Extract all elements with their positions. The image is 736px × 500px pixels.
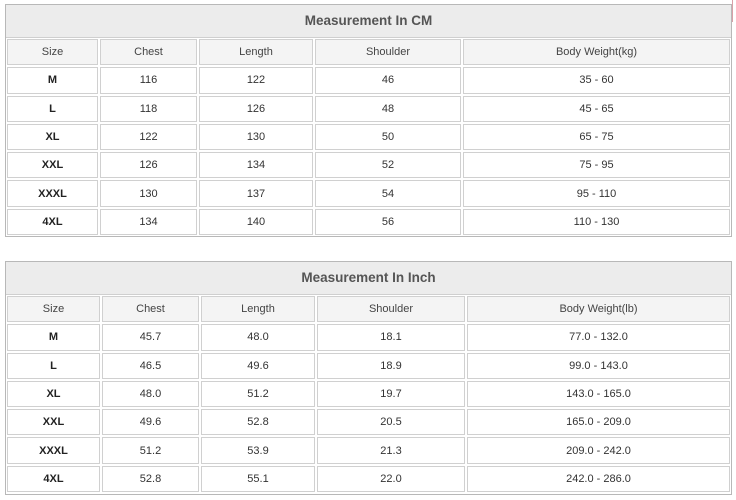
size-label-cell: XL [7, 123, 98, 151]
table-cell: 45.7 [102, 324, 199, 351]
table-cell: 54 [315, 180, 461, 207]
table-cell: 51.2 [201, 380, 315, 408]
table-cell: 49.6 [201, 352, 315, 379]
table-cell: 143.0 - 165.0 [467, 380, 730, 408]
table-cell: 45 - 65 [463, 95, 730, 122]
table-cell: 53.9 [201, 437, 315, 464]
table-cell: 48.0 [201, 324, 315, 351]
column-header: Length [199, 39, 313, 66]
column-header: Chest [102, 296, 199, 323]
table-cell: 52 [315, 152, 461, 179]
size-label-cell: XXL [7, 409, 100, 436]
table-cell: 48.0 [102, 380, 199, 408]
size-label-cell: L [7, 352, 100, 379]
table-cell: 20.5 [317, 409, 465, 436]
table-cell: 134 [199, 152, 313, 179]
table-cell: 35 - 60 [463, 67, 730, 94]
column-header: Shoulder [315, 39, 461, 66]
table-cell: 165.0 - 209.0 [467, 409, 730, 436]
table-cell: 122 [100, 123, 197, 151]
table-title: Measurement In CM [6, 5, 731, 38]
table-cell: 46.5 [102, 352, 199, 379]
column-header: Body Weight(lb) [467, 296, 730, 323]
column-header: Shoulder [317, 296, 465, 323]
table-cell: 18.1 [317, 324, 465, 351]
table-cell: 52.8 [201, 409, 315, 436]
table-cell: 130 [199, 123, 313, 151]
table-cell: 122 [199, 67, 313, 94]
column-header: Chest [100, 39, 197, 66]
table-title: Measurement In Inch [6, 262, 731, 295]
size-label-cell: XL [7, 380, 100, 408]
table-cell: 116 [100, 67, 197, 94]
table-cell: 95 - 110 [463, 180, 730, 207]
table-cell: 21.3 [317, 437, 465, 464]
table-cell: 46 [315, 67, 461, 94]
table-cell: 65 - 75 [463, 123, 730, 151]
table-cell: 56 [315, 208, 461, 236]
size-label-cell: XXXL [7, 437, 100, 464]
table-cell: 134 [100, 208, 197, 236]
table-cell: 55.1 [201, 465, 315, 493]
size-table-cm: Measurement In CM Size Chest Length Shoulde… [5, 4, 732, 237]
table-cell: 50 [315, 123, 461, 151]
size-table-inch: Measurement In Inch Size Chest Length Shoul… [5, 261, 732, 495]
size-label-cell: 4XL [7, 465, 100, 493]
size-label-cell: 4XL [7, 208, 98, 236]
size-label-cell: M [7, 67, 98, 94]
size-label-cell: XXL [7, 152, 98, 179]
table-grid: Size Chest Length Shoulder Body Weight(kg) M 1… [6, 38, 731, 236]
size-label-cell: L [7, 95, 98, 122]
table-cell: 137 [199, 180, 313, 207]
table-cell: 77.0 - 132.0 [467, 324, 730, 351]
table-cell: 75 - 95 [463, 152, 730, 179]
table-cell: 130 [100, 180, 197, 207]
table-cell: 49.6 [102, 409, 199, 436]
table-cell: 110 - 130 [463, 208, 730, 236]
table-cell: 18.9 [317, 352, 465, 379]
table-cell: 242.0 - 286.0 [467, 465, 730, 493]
table-cell: 209.0 - 242.0 [467, 437, 730, 464]
column-header: Body Weight(kg) [463, 39, 730, 66]
table-cell: 140 [199, 208, 313, 236]
table-cell: 126 [199, 95, 313, 122]
size-label-cell: XXXL [7, 180, 98, 207]
column-header: Size [7, 296, 100, 323]
table-grid: Size Chest Length Shoulder Body Weight(lb) M 4… [6, 295, 731, 493]
column-header: Length [201, 296, 315, 323]
table-cell: 126 [100, 152, 197, 179]
table-cell: 51.2 [102, 437, 199, 464]
table-cell: 99.0 - 143.0 [467, 352, 730, 379]
table-cell: 48 [315, 95, 461, 122]
table-cell: 118 [100, 95, 197, 122]
column-header: Size [7, 39, 98, 66]
table-cell: 22.0 [317, 465, 465, 493]
table-cell: 19.7 [317, 380, 465, 408]
edge-divider [732, 0, 736, 22]
table-cell: 52.8 [102, 465, 199, 493]
size-label-cell: M [7, 324, 100, 351]
